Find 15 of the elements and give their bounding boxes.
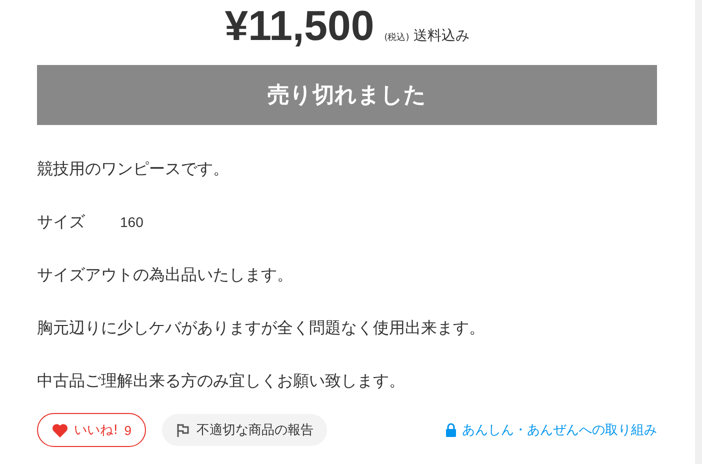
description-text: 中古品ご理解出来る方のみ宜しくお願い致します。	[37, 370, 406, 392]
heart-icon	[52, 422, 68, 438]
description-text: 競技用のワンピースです。	[37, 158, 230, 180]
shipping-note: 送料込み	[413, 27, 470, 45]
flag-icon	[176, 422, 190, 438]
spec-label: サイズ	[37, 211, 85, 233]
lock-icon	[445, 423, 457, 437]
price: ¥11,500	[224, 2, 374, 50]
spec-value: 160	[120, 214, 144, 230]
like-button[interactable]: いいね! 9	[37, 413, 146, 447]
tax-note: (税込)	[384, 32, 410, 44]
description-text: サイズアウトの為出品いたします。	[37, 264, 294, 286]
safety-link[interactable]: あんしん・あんぜんへの取り組み	[445, 421, 657, 439]
report-button[interactable]: 不適切な商品の報告	[162, 414, 328, 446]
description-text: 胸元辺りに少しケバがありますが全く問題なく使用出来ます。	[37, 317, 486, 339]
